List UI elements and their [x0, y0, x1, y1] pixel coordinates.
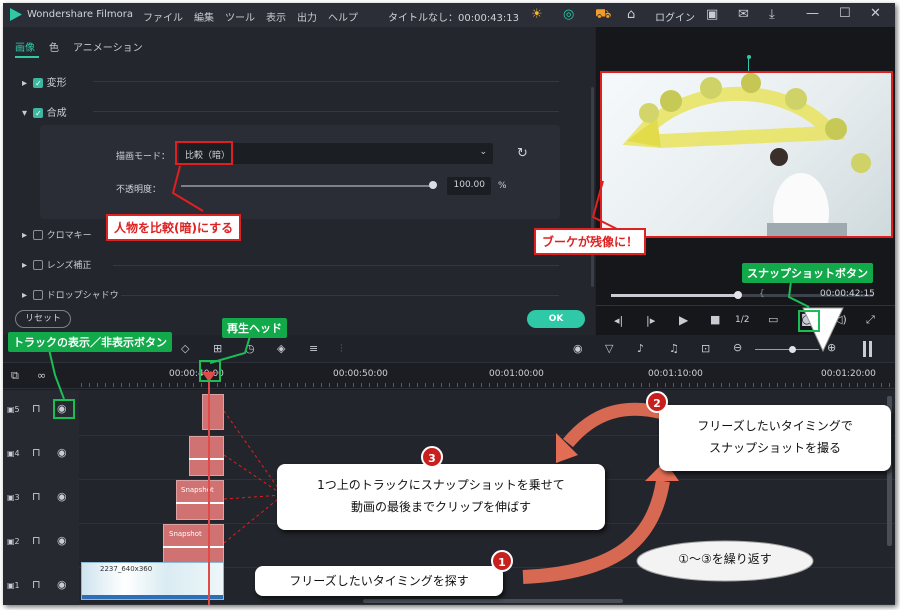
- step-3-line-2: 動画の最後までクリップを伸ばす: [350, 500, 531, 514]
- step-2-line-2: スナップショットを撮る: [708, 441, 841, 455]
- app-window: Wondershare Filmora ファイル 編集 ツール 表示 出力 ヘル…: [3, 3, 895, 605]
- step-1-badge: 1: [491, 550, 513, 572]
- blend-note: 人物を比較(暗)にする: [106, 214, 242, 241]
- snapshot-button-label: スナップショットボタン: [742, 263, 873, 283]
- snapshot-button-highlight: [798, 310, 820, 332]
- visibility-button-highlight: [53, 399, 75, 419]
- playhead-label: 再生ヘッド: [222, 318, 287, 338]
- step-2-callout: フリーズしたいタイミングで スナップショットを撮る: [659, 405, 891, 471]
- playhead-highlight: [199, 360, 221, 382]
- step-3-badge: 3: [421, 446, 443, 468]
- step-2-line-1: フリーズしたいタイミングで: [697, 419, 853, 433]
- repeat-note: ①～③を繰り返す: [678, 552, 772, 566]
- step-3-callout: 1つ上のトラックにスナップショットを乗せて 動画の最後までクリップを伸ばす: [277, 464, 605, 530]
- bouquet-note: ブーケが残像に！: [534, 228, 647, 255]
- step-3-line-1: 1つ上のトラックにスナップショットを乗せて: [317, 478, 565, 492]
- step-2-badge: 2: [646, 391, 668, 413]
- track-visibility-label: トラックの表示／非表示ボタン: [8, 332, 172, 352]
- step-1-callout: フリーズしたいタイミングを探す: [255, 566, 503, 596]
- blend-mode-highlight: [175, 141, 233, 165]
- preview-highlight: [600, 71, 893, 238]
